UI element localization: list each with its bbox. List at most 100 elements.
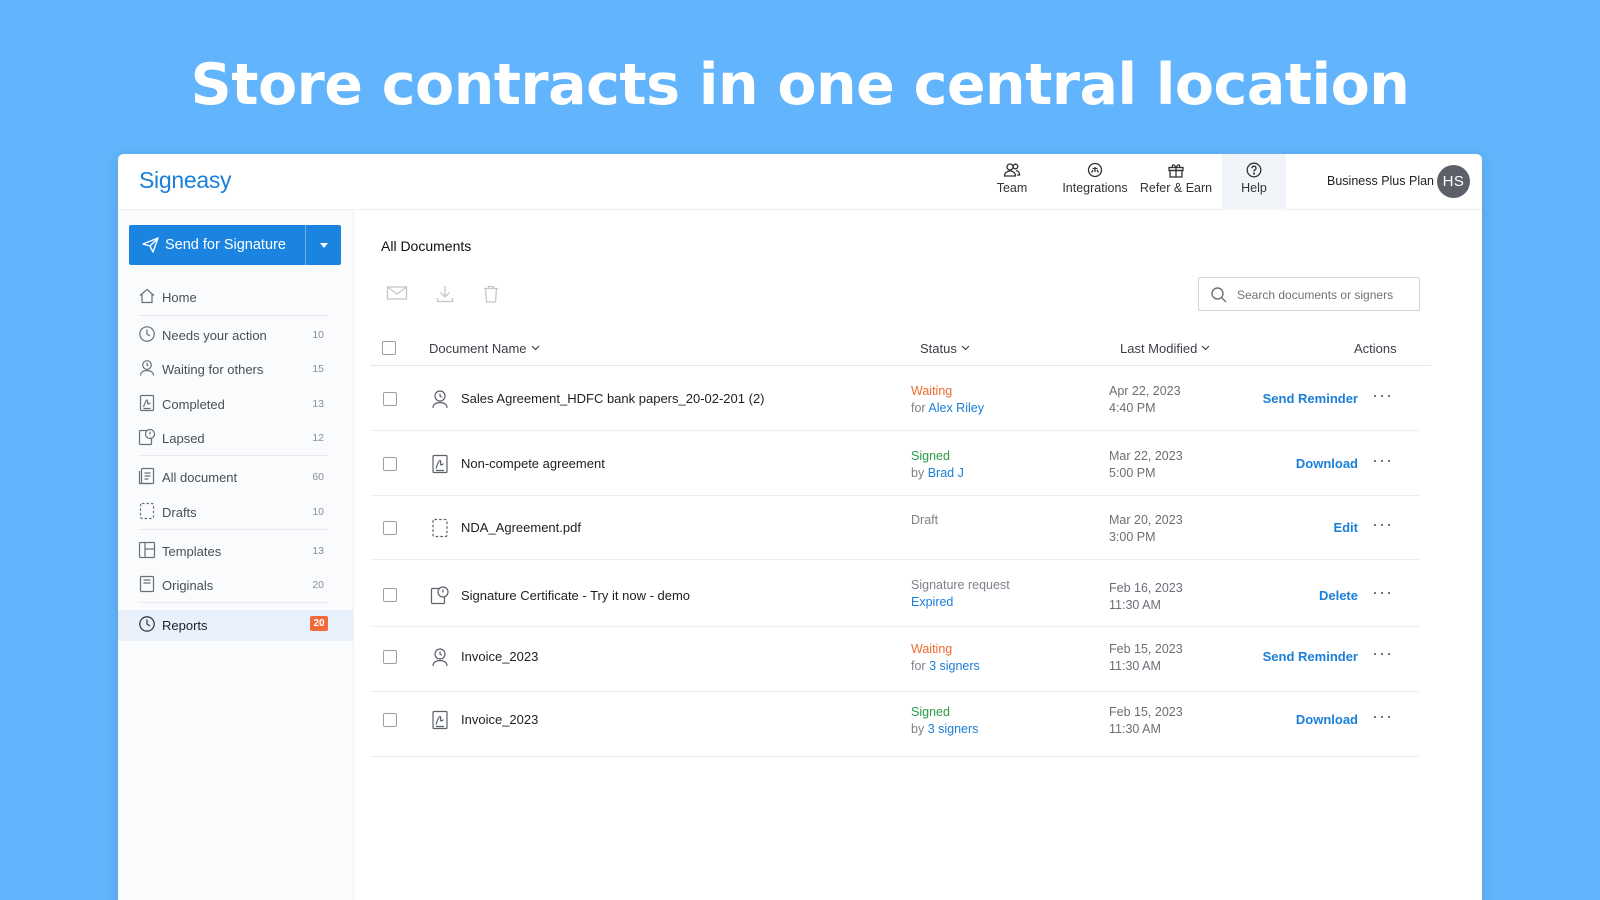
plan-label: Business Plus Plan [1327, 174, 1435, 188]
last-modified: Feb 15, 2023 11:30 AM [1109, 642, 1183, 673]
original-document-icon [139, 575, 155, 593]
sidebar-item-drafts[interactable]: Drafts 10 [138, 498, 328, 526]
download-button[interactable]: Download [1296, 456, 1358, 471]
edit-button[interactable]: Edit [1333, 520, 1358, 535]
document-name[interactable]: Non-compete agreement [461, 456, 605, 471]
row-checkbox[interactable] [383, 713, 397, 727]
document-status: Signed by 3 signers [911, 705, 979, 736]
documents-icon [138, 467, 155, 485]
column-document-name[interactable]: Document Name [429, 341, 540, 356]
document-name[interactable]: Invoice_2023 [461, 649, 538, 664]
last-modified: Feb 15, 2023 11:30 AM [1109, 705, 1183, 736]
download-icon[interactable] [435, 284, 455, 304]
nav-help[interactable]: Help [1222, 154, 1286, 210]
sidebar-item-home[interactable]: Home [138, 283, 328, 311]
table-row[interactable]: Invoice_2023 Signed by 3 signers Feb 15,… [370, 693, 1420, 757]
document-name[interactable]: Invoice_2023 [461, 712, 538, 727]
sidebar-item-templates[interactable]: Templates 13 [138, 537, 328, 565]
document-name[interactable]: Sales Agreement_HDFC bank papers_20-02-2… [461, 391, 765, 406]
more-options-icon[interactable]: ··· [1372, 706, 1393, 727]
nav-label: Team [996, 181, 1028, 195]
row-checkbox[interactable] [383, 650, 397, 664]
column-status[interactable]: Status [920, 341, 970, 356]
table-row[interactable]: Sales Agreement_HDFC bank papers_20-02-2… [370, 367, 1420, 431]
search-icon [1211, 287, 1227, 303]
sidebar-item-originals[interactable]: Originals 20 [138, 571, 328, 599]
sidebar-item-all-document[interactable]: All document 60 [138, 463, 328, 491]
download-button[interactable]: Download [1296, 712, 1358, 727]
column-last-modified[interactable]: Last Modified [1120, 341, 1210, 356]
app-window: Signeasy Team Integrations Refer & Earn [118, 154, 1482, 900]
table-header: Document Name Status Last Modified Actio… [370, 332, 1431, 366]
row-checkbox[interactable] [383, 392, 397, 406]
signed-document-icon [432, 454, 448, 474]
sidebar-divider [138, 315, 328, 316]
last-modified: Feb 16, 2023 11:30 AM [1109, 581, 1183, 612]
email-icon[interactable] [386, 284, 408, 302]
trash-icon[interactable] [482, 284, 500, 304]
delete-button[interactable]: Delete [1319, 588, 1358, 603]
row-checkbox[interactable] [383, 588, 397, 602]
status-expired-link[interactable]: Expired [911, 595, 953, 609]
document-status: Waiting for 3 signers [911, 642, 980, 673]
sidebar-item-lapsed[interactable]: Lapsed 12 [138, 424, 328, 452]
send-reminder-button[interactable]: Send Reminder [1263, 391, 1358, 406]
more-options-icon[interactable]: ··· [1372, 643, 1393, 664]
more-options-icon[interactable]: ··· [1372, 514, 1393, 535]
clock-icon [139, 326, 155, 342]
home-icon [139, 288, 155, 304]
document-name[interactable]: Signature Certificate - Try it now - dem… [461, 588, 690, 603]
page-title: All Documents [381, 238, 472, 254]
sidebar-item-reports[interactable]: Reports 20 [138, 611, 328, 639]
template-icon [138, 541, 156, 559]
user-clock-icon [139, 360, 155, 376]
table-row[interactable]: Non-compete agreement Signed by Brad J M… [370, 432, 1420, 496]
search-box[interactable] [1198, 277, 1420, 311]
draft-icon [432, 518, 448, 538]
user-avatar[interactable]: HS [1437, 165, 1470, 198]
send-options-dropdown[interactable] [305, 225, 341, 265]
nav-team[interactable]: Team [978, 154, 1046, 210]
document-status: Signed by Brad J [911, 449, 964, 480]
last-modified: Apr 22, 2023 4:40 PM [1109, 384, 1181, 415]
document-status: Signature request Expired [911, 578, 1010, 609]
search-input[interactable] [1237, 285, 1412, 305]
clock-icon [139, 616, 155, 632]
row-checkbox[interactable] [383, 521, 397, 535]
send-reminder-button[interactable]: Send Reminder [1263, 649, 1358, 664]
signeasy-logo[interactable]: Signeasy [139, 167, 232, 194]
draft-icon [139, 502, 155, 520]
nav-integrations[interactable]: Integrations [1055, 154, 1135, 210]
table-row[interactable]: Signature Certificate - Try it now - dem… [370, 561, 1420, 627]
status-signer-link[interactable]: 3 signers [929, 659, 980, 673]
sidebar-item-completed[interactable]: Completed 13 [138, 390, 328, 418]
chevron-down-icon [320, 243, 328, 248]
table-row[interactable]: Invoice_2023 Waiting for 3 signers Feb 1… [370, 628, 1420, 692]
more-options-icon[interactable]: ··· [1372, 385, 1393, 406]
nav-label: Refer & Earn [1139, 181, 1213, 195]
select-all-checkbox[interactable] [382, 341, 396, 355]
status-signer-link[interactable]: Alex Riley [928, 401, 984, 415]
status-signer-link[interactable]: Brad J [928, 466, 964, 480]
document-name[interactable]: NDA_Agreement.pdf [461, 520, 581, 535]
chevron-down-icon [1201, 345, 1210, 351]
hero-title: Store contracts in one central location [190, 52, 1410, 118]
more-options-icon[interactable]: ··· [1372, 582, 1393, 603]
send-for-signature-button[interactable]: Send for Signature [129, 225, 341, 265]
sidebar: Send for Signature Home Needs your actio… [118, 210, 354, 900]
sidebar-divider [138, 602, 328, 603]
nav-label: Integrations [1062, 181, 1128, 195]
reports-count-badge: 20 [310, 616, 328, 631]
nav-refer-earn[interactable]: Refer & Earn [1136, 154, 1216, 210]
status-signer-link[interactable]: 3 signers [928, 722, 979, 736]
paper-plane-icon [142, 237, 159, 253]
row-checkbox[interactable] [383, 457, 397, 471]
sidebar-item-waiting-for-others[interactable]: Waiting for others 15 [138, 355, 328, 383]
sidebar-item-needs-your-action[interactable]: Needs your action 10 [138, 321, 328, 349]
send-button-label: Send for Signature [165, 237, 286, 253]
table-row[interactable]: NDA_Agreement.pdf Draft Mar 20, 2023 3:0… [370, 496, 1420, 560]
send-for-signature-main[interactable]: Send for Signature [129, 225, 305, 265]
more-options-icon[interactable]: ··· [1372, 450, 1393, 471]
user-clock-icon [432, 390, 448, 409]
main-content: All Documents Document Name Status Last … [354, 210, 1482, 900]
